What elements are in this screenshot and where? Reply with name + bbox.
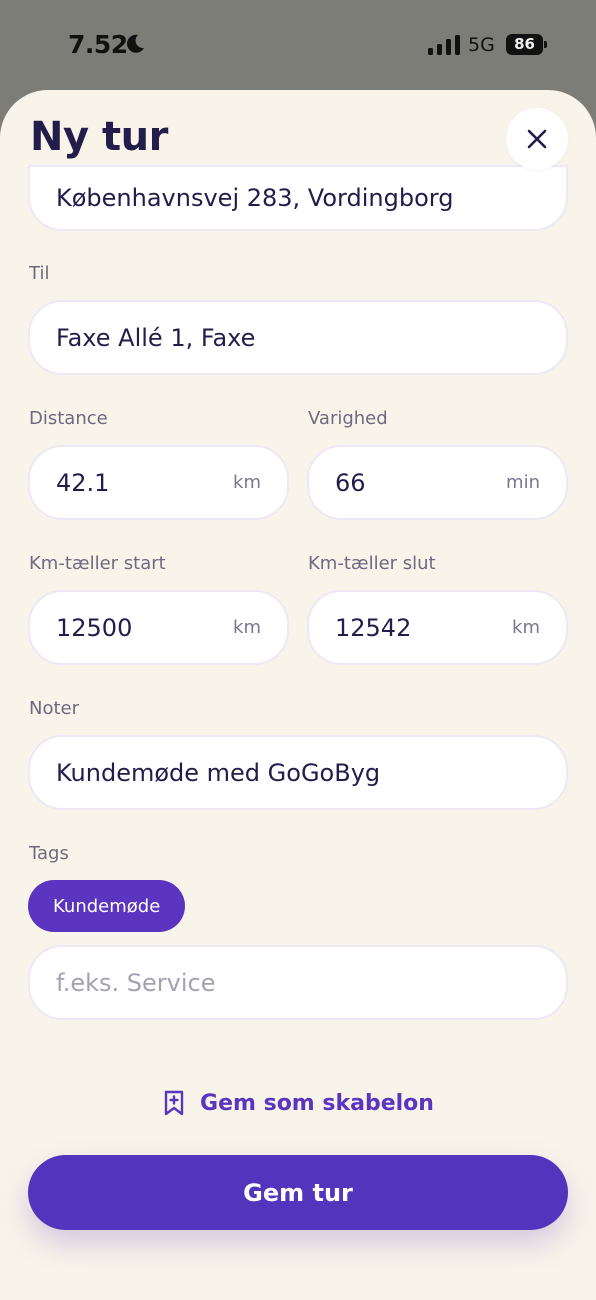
save-template-label: Gem som skabelon [200,1090,434,1116]
duration-unit: min [506,472,540,493]
bookmark-plus-icon [164,1090,184,1116]
battery-level: 86 [506,34,543,55]
tag-input[interactable]: f.eks. Service [28,945,568,1020]
odometer-start-unit: km [233,617,261,638]
close-button[interactable] [506,108,568,170]
duration-label: Varighed [308,408,388,429]
new-trip-sheet: Københavnsvej 283, Vordingborg Ny tur Ti… [0,90,596,1300]
save-template-button[interactable]: Gem som skabelon [0,1090,596,1116]
status-bar: 7.52 5G 86 [0,0,596,90]
notes-value: Kundemøde med GoGoByg [56,758,381,787]
distance-value: 42.1 [56,468,110,497]
to-field[interactable]: Faxe Allé 1, Faxe [28,300,568,375]
save-trip-button[interactable]: Gem tur [28,1155,568,1230]
duration-field[interactable]: 66 min [307,445,568,520]
distance-label: Distance [29,408,108,429]
close-icon [527,129,547,149]
odometer-start-label: Km-tæller start [29,553,166,574]
distance-field[interactable]: 42.1 km [28,445,289,520]
notes-field[interactable]: Kundemøde med GoGoByg [28,735,568,810]
odometer-start-field[interactable]: 12500 km [28,590,289,665]
odometer-end-field[interactable]: 12542 km [307,590,568,665]
tags-label: Tags [29,843,69,864]
odometer-end-unit: km [512,617,540,638]
from-field[interactable]: Københavnsvej 283, Vordingborg [28,165,568,231]
odometer-end-value: 12542 [335,613,412,642]
tag-chip[interactable]: Kundemøde [28,880,186,932]
odometer-end-label: Km-tæller slut [308,553,436,574]
tag-input-placeholder: f.eks. Service [56,968,216,997]
battery-tip [544,41,547,48]
to-value: Faxe Allé 1, Faxe [56,323,256,352]
odometer-start-value: 12500 [56,613,133,642]
battery-icon: 86 [506,34,548,56]
moon-icon [127,34,144,53]
page-title: Ny tur [30,114,168,160]
to-label: Til [29,263,50,284]
status-time: 7.52 [68,30,128,59]
duration-value: 66 [335,468,366,497]
notes-label: Noter [29,698,80,719]
distance-unit: km [233,472,261,493]
network-label: 5G [468,34,495,56]
signal-icon [428,35,460,55]
from-value: Københavnsvej 283, Vordingborg [56,184,454,212]
